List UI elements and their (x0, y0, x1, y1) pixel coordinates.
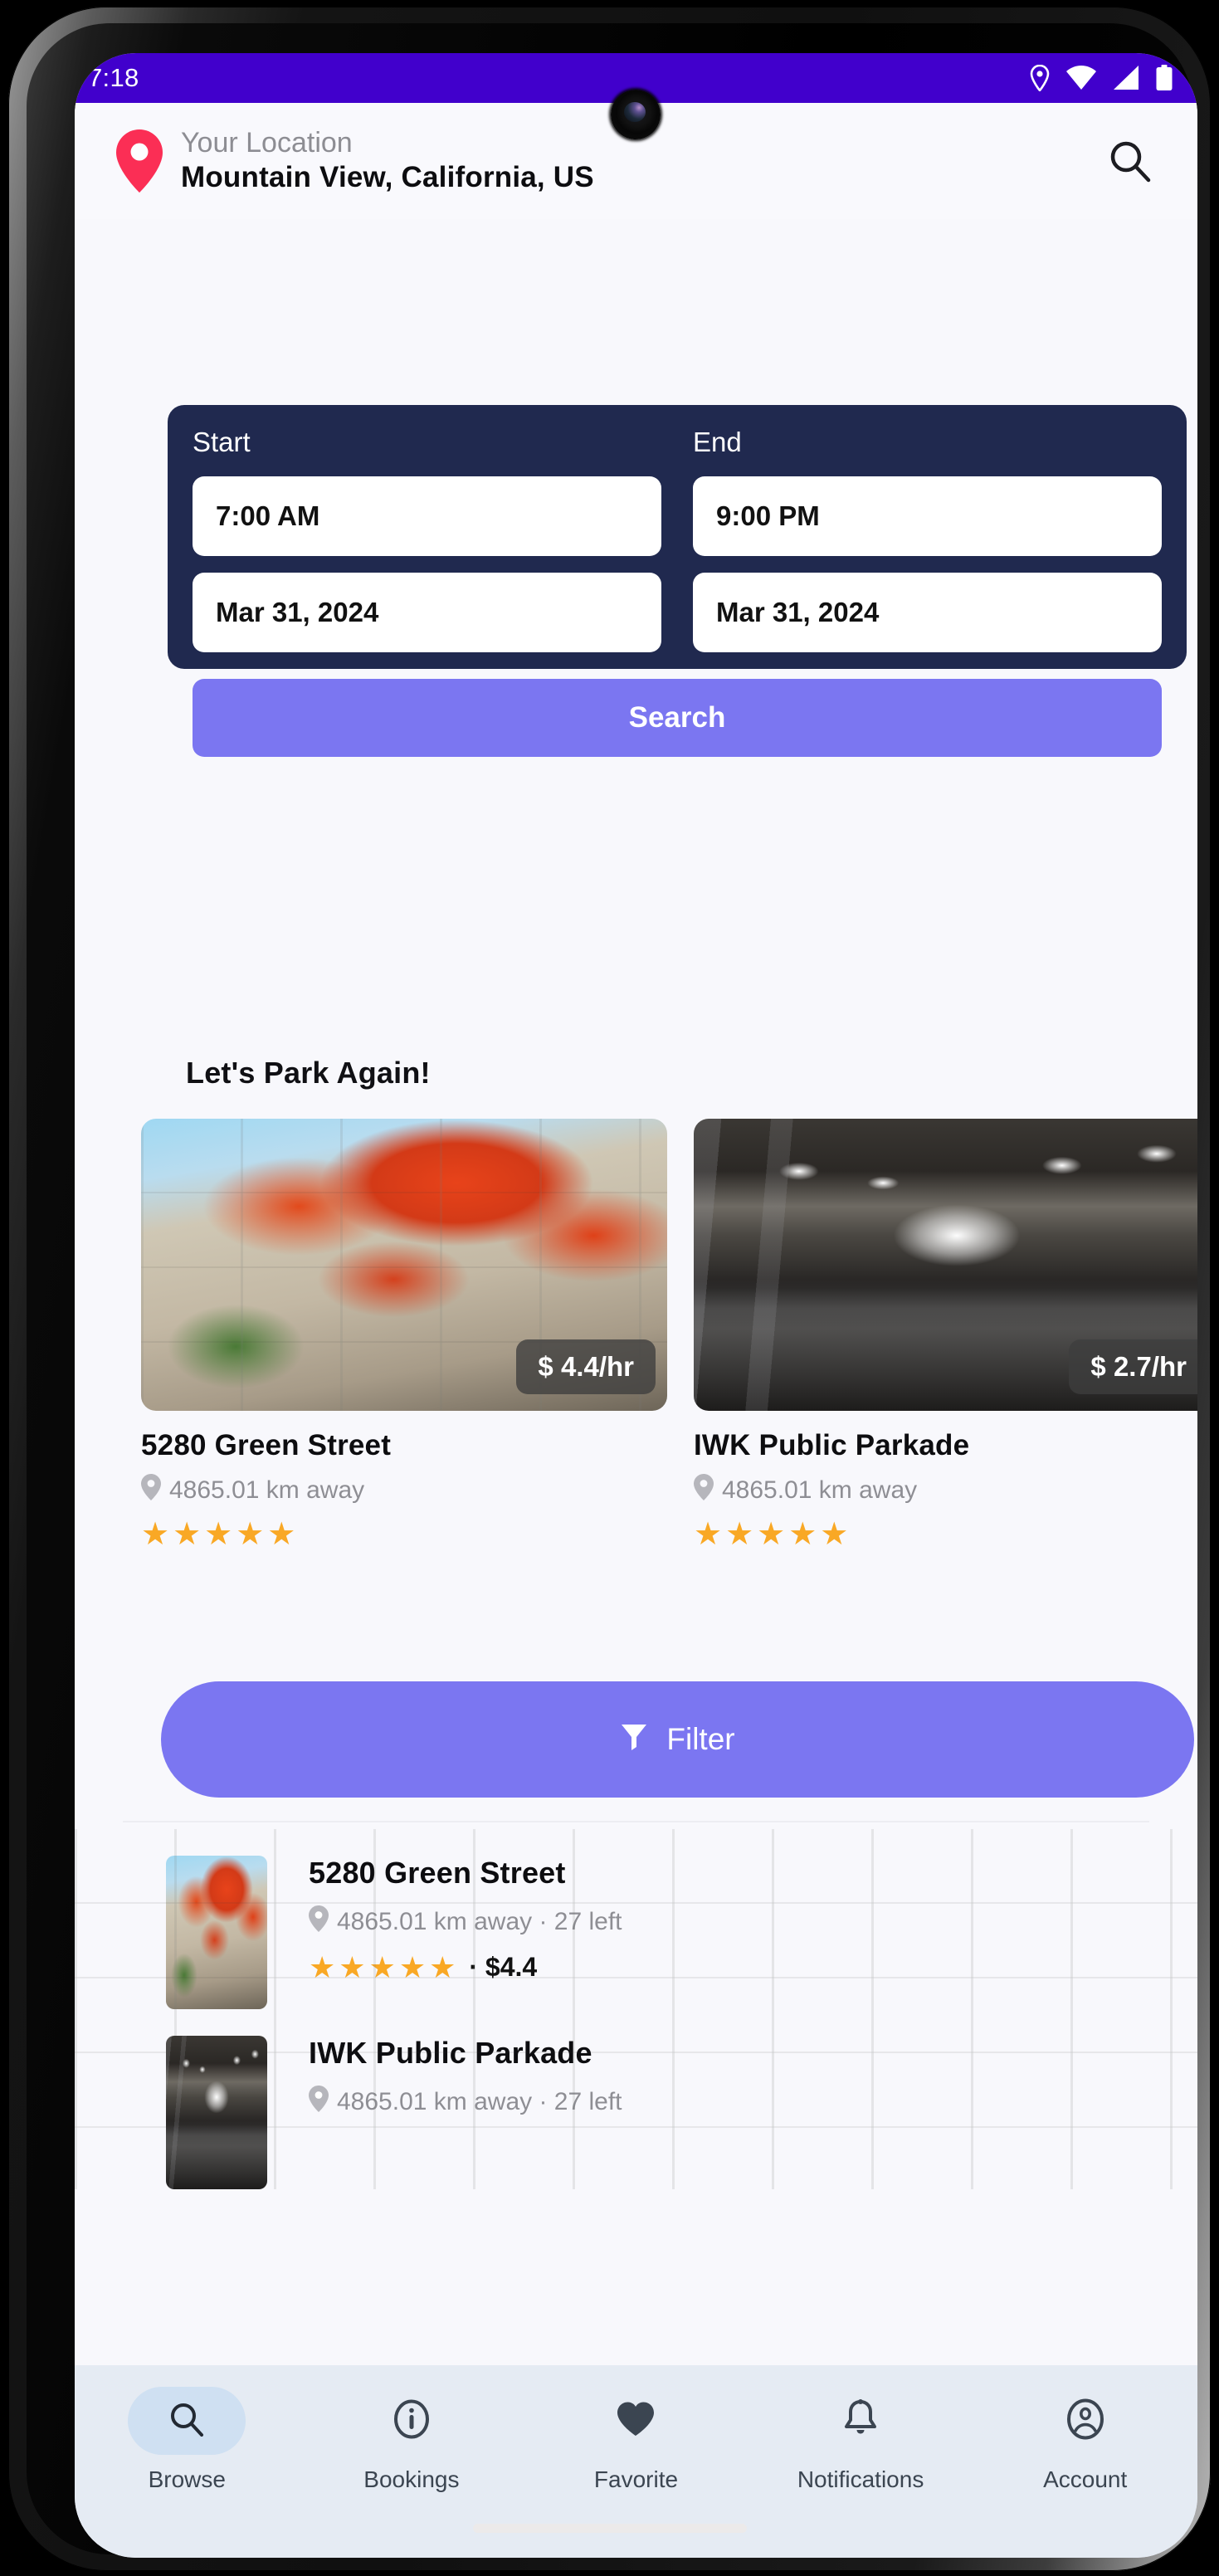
recent-card-name: IWK Public Parkade (694, 1429, 970, 1461)
nav-pill-bookings (353, 2387, 471, 2455)
start-time-input[interactable]: 7:00 AM (193, 476, 661, 556)
start-date-input[interactable]: Mar 31, 2024 (193, 573, 661, 652)
recent-card-distance: 4865.01 km away (169, 1476, 365, 1504)
filter-button[interactable]: Filter (161, 1681, 1194, 1798)
price-badge: $ 4.4/hr (516, 1339, 656, 1394)
recent-section-title: Let's Park Again! (186, 1056, 431, 1090)
nav-item-browse[interactable]: Browse (75, 2387, 300, 2493)
autumn-tree-street-photo (166, 1856, 267, 2009)
end-time-col: 9:00 PM (693, 476, 1162, 573)
list-divider (123, 1821, 1149, 1822)
search-icon (169, 2402, 204, 2441)
heart-icon (616, 2401, 656, 2442)
end-label: End (693, 427, 742, 457)
recent-card-distance-row: 4865.01 km away (141, 1474, 667, 1507)
phone-screen: 7:18 Your Location Mountain View, Califo… (75, 53, 1197, 2558)
recent-card-rating: ★★★★★ (694, 1517, 852, 1552)
signal-icon (1113, 66, 1139, 90)
start-label: Start (193, 427, 251, 457)
recent-card-distance: 4865.01 km away (722, 1476, 918, 1504)
location-value: Mountain View, California, US (181, 161, 594, 194)
nav-item-notifications[interactable]: Notifications (748, 2387, 973, 2493)
recent-cards-carousel[interactable]: $ 4.4/hr 5280 Green Street 4865.01 km aw… (75, 1119, 1197, 1650)
bell-icon (843, 2398, 878, 2443)
search-button[interactable]: Search (193, 679, 1162, 757)
list-item-thumbnail (166, 1856, 267, 2009)
nav-item-bookings[interactable]: Bookings (300, 2387, 524, 2493)
home-indicator[interactable] (472, 2524, 747, 2533)
location-icon (1030, 65, 1050, 91)
map-pin-icon (105, 129, 174, 193)
end-column: End (693, 427, 1162, 476)
end-date-input[interactable]: Mar 31, 2024 (693, 573, 1162, 652)
nav-label-account: Account (1043, 2466, 1128, 2492)
status-bar-icons (1030, 65, 1173, 91)
map-pin-icon (694, 1474, 714, 1507)
recent-card-photo: $ 2.7/hr (694, 1119, 1197, 1411)
recent-card[interactable]: $ 2.7/hr IWK Public Parkade 4865.01 km a… (694, 1119, 1197, 1550)
nav-item-favorite[interactable]: Favorite (524, 2387, 748, 2493)
screenshot-root: 7:18 Your Location Mountain View, Califo… (0, 0, 1219, 2576)
recent-card-rating: ★★★★★ (141, 1517, 300, 1552)
nav-pill-browse (128, 2387, 246, 2455)
phone-frame-inner: 7:18 Your Location Mountain View, Califo… (27, 23, 1197, 2558)
start-time-col: 7:00 AM (193, 476, 661, 573)
account-circle-icon (1066, 2398, 1104, 2444)
parking-garage-photo (166, 2036, 267, 2189)
booking-search-card: Start End 7:00 AM 9:00 PM Mar 31, 2024 M… (168, 405, 1187, 757)
status-bar-clock: 7:18 (88, 63, 139, 92)
time-fields-row: 7:00 AM 9:00 PM (193, 476, 1162, 573)
search-icon[interactable] (1101, 139, 1159, 183)
end-date-col: Mar 31, 2024 (693, 573, 1162, 669)
start-column: Start (193, 427, 661, 476)
nav-pill-favorite (577, 2387, 695, 2455)
date-fields-row: Mar 31, 2024 Mar 31, 2024 (193, 573, 1162, 669)
start-date-col: Mar 31, 2024 (193, 573, 661, 669)
phone-frame: 7:18 Your Location Mountain View, Califo… (8, 7, 1211, 2571)
price-badge: $ 2.7/hr (1069, 1339, 1197, 1394)
results-list: 5280 Green Street 4865.01 km away · 27 l… (75, 1829, 1197, 2189)
nav-label-notifications: Notifications (797, 2466, 924, 2492)
nav-pill-account (1026, 2387, 1144, 2455)
front-camera-punch-hole (611, 90, 661, 139)
nav-item-account[interactable]: Account (973, 2387, 1197, 2493)
list-item[interactable]: 5280 Green Street 4865.01 km away · 27 l… (75, 1829, 1197, 2009)
list-item-thumbnail (166, 2036, 267, 2189)
battery-icon (1156, 65, 1173, 91)
wifi-icon (1066, 66, 1096, 90)
filter-funnel-icon (620, 1722, 648, 1758)
filter-label: Filter (666, 1722, 735, 1756)
recent-card[interactable]: $ 4.4/hr 5280 Green Street 4865.01 km aw… (141, 1119, 667, 1550)
map-pin-icon (141, 1474, 161, 1507)
recent-card-photo: $ 4.4/hr (141, 1119, 667, 1411)
end-time-input[interactable]: 9:00 PM (693, 476, 1162, 556)
recent-card-distance-row: 4865.01 km away (694, 1474, 1197, 1507)
nav-label-bookings: Bookings (363, 2466, 460, 2492)
recent-card-name: 5280 Green Street (141, 1429, 392, 1461)
info-circle-icon (393, 2399, 430, 2443)
search-labels-row: Start End (193, 427, 1162, 476)
nav-label-favorite: Favorite (593, 2466, 679, 2492)
nav-pill-notifications (802, 2387, 919, 2455)
nav-label-browse: Browse (148, 2466, 226, 2492)
